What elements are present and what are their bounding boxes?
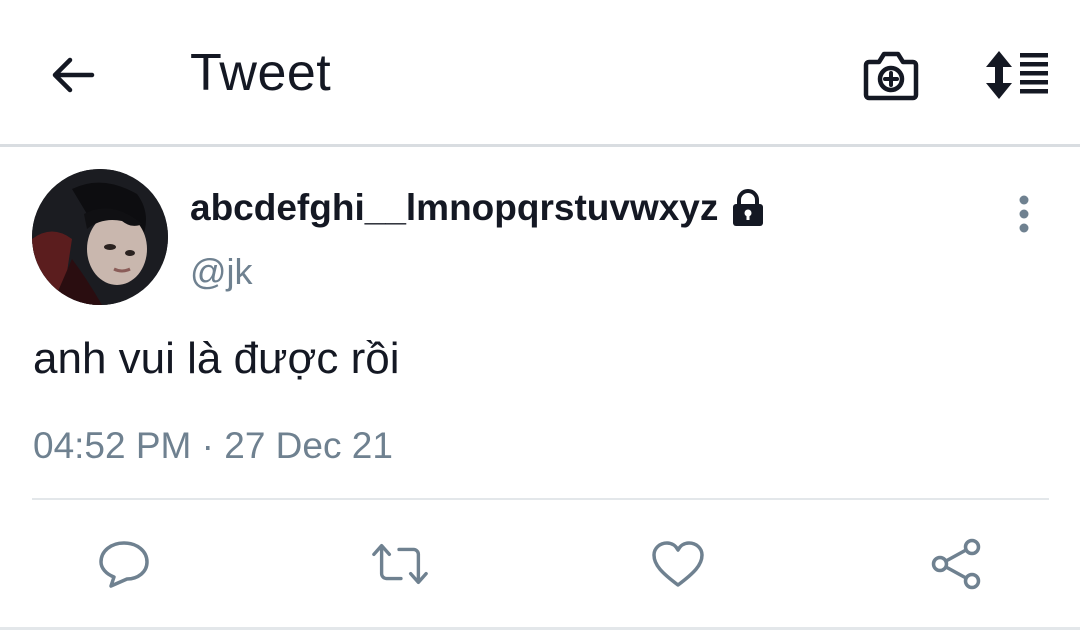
share-icon [931, 538, 981, 590]
divider [32, 498, 1049, 500]
share-button[interactable] [926, 534, 986, 594]
top-app-bar: Tweet [0, 0, 1080, 147]
bottom-divider [0, 627, 1080, 630]
heart-icon [652, 541, 704, 587]
speech-bubble-icon [99, 541, 149, 588]
retweet-button[interactable] [370, 534, 430, 594]
tweet-text: anh vui là được rồi [33, 334, 400, 383]
sort-list-icon [986, 51, 1048, 99]
like-button[interactable] [648, 534, 708, 594]
reply-button[interactable] [94, 534, 154, 594]
avatar[interactable] [32, 169, 168, 305]
avatar-photo [32, 169, 168, 305]
vertical-dots-icon [1019, 195, 1029, 233]
camera-plus-icon [863, 51, 919, 101]
sort-button[interactable] [982, 44, 1052, 106]
back-button[interactable] [44, 46, 102, 104]
tweet-timestamp: 04:52 PM · 27 Dec 21 [33, 425, 393, 466]
user-handle[interactable]: @jk [190, 250, 253, 294]
lock-icon [733, 189, 764, 226]
display-name[interactable]: abcdefghi__lmnopqrstuvwxyz [190, 186, 768, 230]
retweet-icon [372, 543, 428, 585]
page-title: Tweet [190, 44, 332, 102]
more-options-button[interactable] [1002, 190, 1046, 238]
display-name-text: abcdefghi__lmnopqrstuvwxyz [190, 187, 719, 228]
arrow-left-icon [52, 57, 95, 93]
camera-button[interactable] [860, 44, 922, 106]
